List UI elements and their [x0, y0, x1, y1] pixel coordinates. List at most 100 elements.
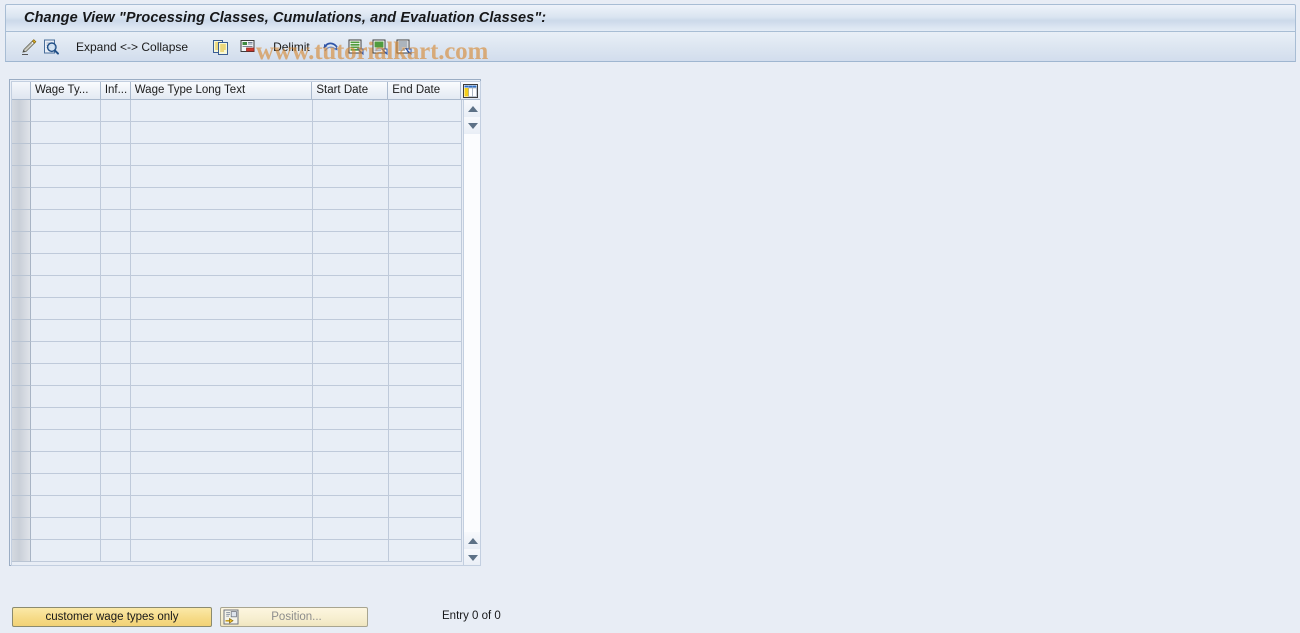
- table-cell-start_date[interactable]: [313, 122, 389, 144]
- scroll-page-down-button[interactable]: [464, 532, 480, 549]
- table-cell-long_text[interactable]: [131, 166, 313, 188]
- scroll-down-button[interactable]: [464, 549, 480, 565]
- table-cell-long_text[interactable]: [131, 342, 313, 364]
- table-cell-infotype[interactable]: [101, 540, 131, 562]
- row-selector-cell[interactable]: [12, 364, 31, 386]
- row-selector-cell[interactable]: [12, 188, 31, 210]
- table-cell-start_date[interactable]: [313, 232, 389, 254]
- row-selector-cell[interactable]: [12, 342, 31, 364]
- table-cell-end_date[interactable]: [389, 518, 462, 540]
- table-cell-long_text[interactable]: [131, 122, 313, 144]
- delimit-button[interactable]: Delimit: [267, 36, 316, 58]
- row-selector-cell[interactable]: [12, 452, 31, 474]
- row-selector-cell[interactable]: [12, 408, 31, 430]
- table-cell-start_date[interactable]: [313, 210, 389, 232]
- row-selector-cell[interactable]: [12, 210, 31, 232]
- table-cell-long_text[interactable]: [131, 540, 313, 562]
- table-row[interactable]: [12, 100, 463, 122]
- table-cell-start_date[interactable]: [313, 100, 389, 122]
- table-cell-long_text[interactable]: [131, 430, 313, 452]
- table-cell-infotype[interactable]: [101, 232, 131, 254]
- table-cell-end_date[interactable]: [389, 254, 462, 276]
- table-cell-end_date[interactable]: [389, 342, 462, 364]
- table-cell-end_date[interactable]: [389, 408, 462, 430]
- table-cell-end_date[interactable]: [389, 540, 462, 562]
- row-selector-cell[interactable]: [12, 166, 31, 188]
- table-row[interactable]: [12, 276, 463, 298]
- table-cell-long_text[interactable]: [131, 298, 313, 320]
- column-header-wage-type[interactable]: Wage Ty...: [30, 82, 101, 100]
- table-cell-end_date[interactable]: [389, 276, 462, 298]
- table-cell-long_text[interactable]: [131, 320, 313, 342]
- details-button[interactable]: [40, 36, 62, 58]
- row-selector-cell[interactable]: [12, 254, 31, 276]
- table-cell-wage_type[interactable]: [31, 540, 101, 562]
- table-cell-start_date[interactable]: [313, 364, 389, 386]
- table-cell-end_date[interactable]: [389, 188, 462, 210]
- table-cell-long_text[interactable]: [131, 386, 313, 408]
- table-cell-end_date[interactable]: [389, 144, 462, 166]
- table-cell-wage_type[interactable]: [31, 232, 101, 254]
- table-cell-wage_type[interactable]: [31, 210, 101, 232]
- table-settings-button[interactable]: [461, 82, 480, 100]
- table-row[interactable]: [12, 430, 463, 452]
- table-cell-long_text[interactable]: [131, 254, 313, 276]
- table-cell-infotype[interactable]: [101, 386, 131, 408]
- table-cell-end_date[interactable]: [389, 452, 462, 474]
- table-cell-infotype[interactable]: [101, 452, 131, 474]
- table-cell-infotype[interactable]: [101, 518, 131, 540]
- table-cell-infotype[interactable]: [101, 122, 131, 144]
- table-row[interactable]: [12, 342, 463, 364]
- column-header-end-date[interactable]: End Date: [388, 82, 462, 100]
- table-cell-wage_type[interactable]: [31, 122, 101, 144]
- row-selector-cell[interactable]: [12, 518, 31, 540]
- table-cell-wage_type[interactable]: [31, 276, 101, 298]
- row-selector-cell[interactable]: [12, 496, 31, 518]
- row-selector-cell[interactable]: [12, 320, 31, 342]
- copy-button[interactable]: [210, 36, 232, 58]
- table-cell-infotype[interactable]: [101, 474, 131, 496]
- table-cell-wage_type[interactable]: [31, 298, 101, 320]
- table-cell-start_date[interactable]: [313, 474, 389, 496]
- table-cell-start_date[interactable]: [313, 540, 389, 562]
- table-cell-wage_type[interactable]: [31, 188, 101, 210]
- table-cell-end_date[interactable]: [389, 100, 462, 122]
- table-cell-wage_type[interactable]: [31, 408, 101, 430]
- table-cell-long_text[interactable]: [131, 144, 313, 166]
- table-cell-long_text[interactable]: [131, 232, 313, 254]
- row-selector-cell[interactable]: [12, 276, 31, 298]
- table-cell-start_date[interactable]: [313, 518, 389, 540]
- table-row[interactable]: [12, 144, 463, 166]
- scrollbar-track[interactable]: [464, 134, 480, 532]
- table-row[interactable]: [12, 386, 463, 408]
- table-cell-wage_type[interactable]: [31, 430, 101, 452]
- row-selector-cell[interactable]: [12, 430, 31, 452]
- table-cell-long_text[interactable]: [131, 210, 313, 232]
- customer-wage-types-only-button[interactable]: customer wage types only: [12, 607, 212, 627]
- scroll-page-up-button[interactable]: [464, 117, 480, 134]
- table-cell-start_date[interactable]: [313, 342, 389, 364]
- table-row[interactable]: [12, 254, 463, 276]
- table-cell-end_date[interactable]: [389, 386, 462, 408]
- table-cell-wage_type[interactable]: [31, 144, 101, 166]
- row-selector-cell[interactable]: [12, 540, 31, 562]
- table-cell-long_text[interactable]: [131, 276, 313, 298]
- table-cell-start_date[interactable]: [313, 320, 389, 342]
- table-cell-start_date[interactable]: [313, 276, 389, 298]
- table-cell-long_text[interactable]: [131, 452, 313, 474]
- table-corner-cell[interactable]: [12, 82, 31, 100]
- undo-button[interactable]: [320, 36, 342, 58]
- row-selector-cell[interactable]: [12, 100, 31, 122]
- table-row[interactable]: [12, 122, 463, 144]
- table-row[interactable]: [12, 166, 463, 188]
- table-cell-start_date[interactable]: [313, 408, 389, 430]
- column-header-long-text[interactable]: Wage Type Long Text: [130, 82, 313, 100]
- select-block-button[interactable]: [393, 36, 415, 58]
- table-cell-infotype[interactable]: [101, 188, 131, 210]
- table-cell-start_date[interactable]: [313, 188, 389, 210]
- table-cell-infotype[interactable]: [101, 364, 131, 386]
- table-cell-long_text[interactable]: [131, 474, 313, 496]
- table-cell-end_date[interactable]: [389, 210, 462, 232]
- table-cell-long_text[interactable]: [131, 364, 313, 386]
- table-row[interactable]: [12, 474, 463, 496]
